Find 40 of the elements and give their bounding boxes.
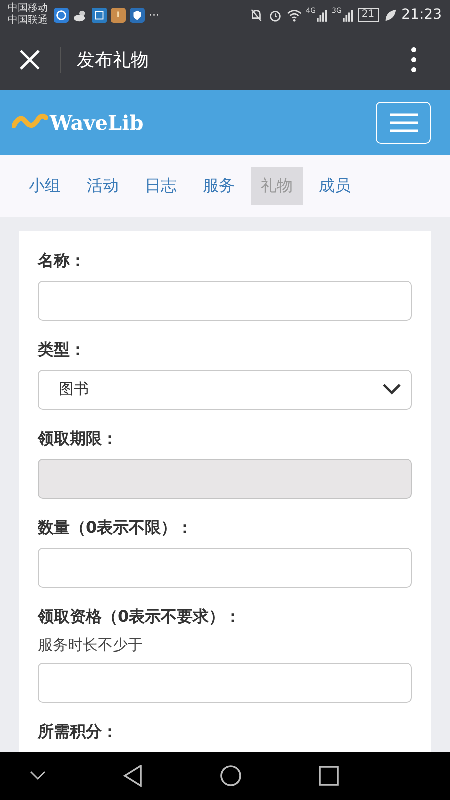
battery-level: 21 [358,8,379,22]
type-dropdown[interactable]: 图书 [38,370,412,410]
field-label: 所需积分： [38,722,119,743]
more-notifications: ··· [149,8,160,22]
input-field[interactable] [38,662,412,703]
chevron-down-icon [383,384,401,396]
close-icon [19,49,41,71]
menu-button[interactable] [376,102,431,144]
carrier-name: 中国联通 [8,15,48,27]
field-label: 名称： [38,251,87,272]
nav-tab[interactable]: 小组 [19,167,71,205]
wifi-icon [287,8,302,22]
recents-icon[interactable] [319,766,339,786]
more-icon [411,47,417,73]
signal-icon [342,8,354,22]
field-label: 类型： [38,340,87,362]
nav-tab[interactable]: 日志 [135,167,187,205]
home-icon[interactable] [220,765,242,787]
carrier-name: 中国移动 [8,3,48,14]
input-field[interactable] [38,548,412,588]
menu-icon [390,112,418,132]
signal-icon [317,8,328,22]
window-title: 发布礼物 [77,49,150,72]
field-hint: 服务时长不少于 [38,636,144,655]
chevron-down-icon[interactable] [30,771,46,781]
input-field[interactable] [38,281,412,322]
nav-tab[interactable]: 成员 [309,167,361,205]
field-label: 领取资格（0表示不要求）： [38,606,242,628]
mute-icon [249,8,264,22]
back-icon[interactable] [123,765,143,787]
app-icon [54,8,69,22]
field-label: 数量（0表示不限）： [38,518,194,539]
app-icon [92,8,107,22]
clock: 21:23 [402,7,442,23]
shield-icon [130,8,145,22]
field-label: 领取期限： [38,428,119,450]
nav-tab[interactable]: 服务 [193,167,245,205]
app-icon [111,8,126,22]
nav-tab[interactable]: 活动 [77,167,129,205]
logo[interactable]: WaveLib [12,110,144,134]
